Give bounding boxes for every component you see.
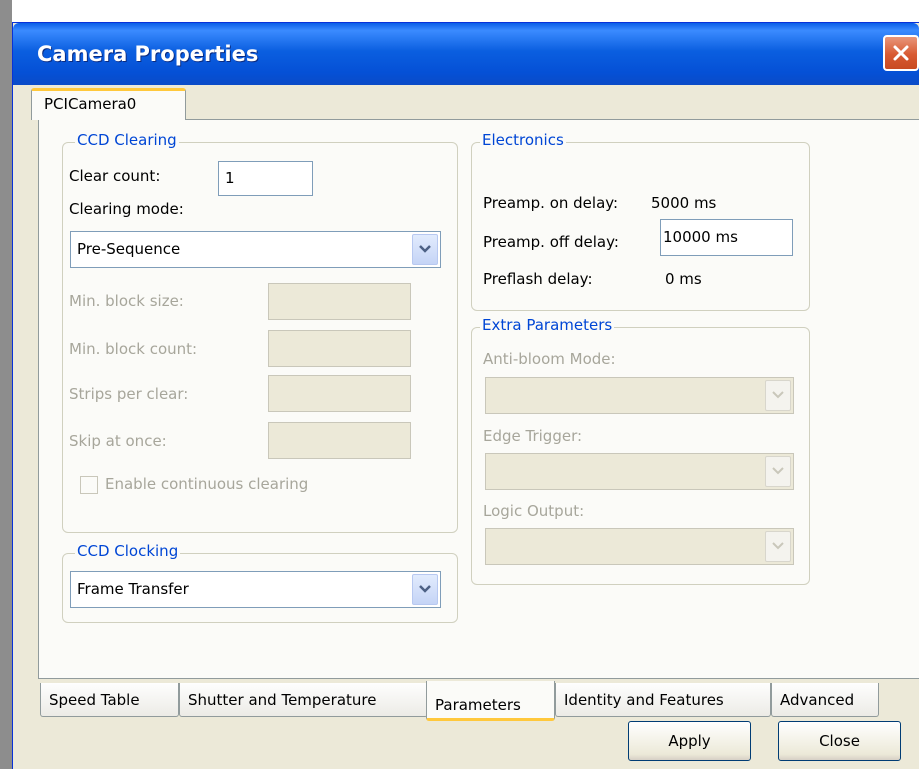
tab-identity-and-features[interactable]: Identity and Features — [555, 683, 771, 717]
title-bar[interactable]: Camera Properties — [13, 23, 919, 85]
clearing-mode-value: Pre-Sequence — [77, 240, 181, 258]
preflash-delay-label: Preflash delay: — [483, 270, 593, 288]
preflash-delay-value: 0 ms — [665, 270, 702, 288]
preamp-on-delay-label: Preamp. on delay: — [483, 194, 619, 212]
chevron-down-icon[interactable] — [765, 456, 791, 487]
min-block-count-label: Min. block count: — [69, 340, 198, 358]
preamp-on-delay-value: 5000 ms — [651, 194, 717, 212]
tab-advanced[interactable]: Advanced — [771, 683, 879, 717]
anti-bloom-mode-label: Anti-bloom Mode: — [483, 350, 616, 368]
ccd-clocking-legend: CCD Clocking — [75, 542, 181, 560]
edge-trigger-select[interactable] — [485, 453, 794, 490]
bottom-tab-strip: Speed Table Shutter and Temperature Para… — [38, 679, 919, 721]
continuous-clearing-label: Enable continuous clearing — [105, 475, 309, 493]
ccd-clocking-select[interactable]: Frame Transfer — [70, 571, 441, 608]
edge-trigger-label: Edge Trigger: — [483, 427, 583, 445]
continuous-clearing-checkbox[interactable] — [80, 476, 98, 494]
chevron-down-icon[interactable] — [412, 574, 438, 605]
desktop-background — [0, 0, 12, 769]
strips-per-clear-label: Strips per clear: — [69, 385, 189, 403]
desktop-background-top — [12, 0, 919, 22]
chevron-down-icon[interactable] — [765, 531, 791, 562]
clearing-mode-label: Clearing mode: — [69, 200, 184, 218]
electronics-legend: Electronics — [480, 131, 566, 149]
chevron-down-icon[interactable] — [412, 234, 438, 265]
min-block-count-input[interactable] — [268, 330, 411, 367]
preamp-off-delay-label: Preamp. off delay: — [483, 233, 619, 251]
min-block-size-input[interactable] — [268, 283, 411, 320]
clearing-mode-select[interactable]: Pre-Sequence — [70, 231, 441, 268]
skip-at-once-label: Skip at once: — [69, 432, 167, 450]
clear-count-input[interactable]: 1 — [218, 161, 313, 196]
logic-output-label: Logic Output: — [483, 502, 585, 520]
apply-button[interactable]: Apply — [628, 721, 751, 761]
tab-panel: CCD Clearing Clear count: 1 Clearing mod… — [38, 119, 919, 679]
extra-parameters-legend: Extra Parameters — [480, 316, 615, 334]
camera-properties-dialog: Camera Properties CCD Clearing Clear cou… — [12, 22, 919, 769]
strips-per-clear-input[interactable] — [268, 375, 411, 412]
tab-shutter-and-temperature[interactable]: Shutter and Temperature — [179, 683, 428, 717]
anti-bloom-mode-select[interactable] — [485, 377, 794, 414]
tab-parameters[interactable]: Parameters — [426, 681, 555, 721]
ccd-clearing-legend: CCD Clearing — [75, 131, 179, 149]
ccd-clocking-value: Frame Transfer — [77, 580, 189, 598]
clear-count-label: Clear count: — [69, 167, 161, 185]
chevron-down-icon[interactable] — [765, 380, 791, 411]
min-block-size-label: Min. block size: — [69, 292, 184, 310]
skip-at-once-input[interactable] — [268, 422, 411, 459]
tab-pcicamera0[interactable]: PCICamera0 — [31, 88, 186, 120]
preamp-off-delay-input[interactable]: 10000 ms — [660, 219, 793, 256]
close-button[interactable]: Close — [778, 721, 901, 761]
window-title: Camera Properties — [37, 42, 259, 66]
logic-output-select[interactable] — [485, 528, 794, 565]
close-window-button[interactable] — [883, 35, 919, 71]
close-x-icon — [893, 45, 909, 61]
tab-speed-table[interactable]: Speed Table — [40, 683, 179, 717]
